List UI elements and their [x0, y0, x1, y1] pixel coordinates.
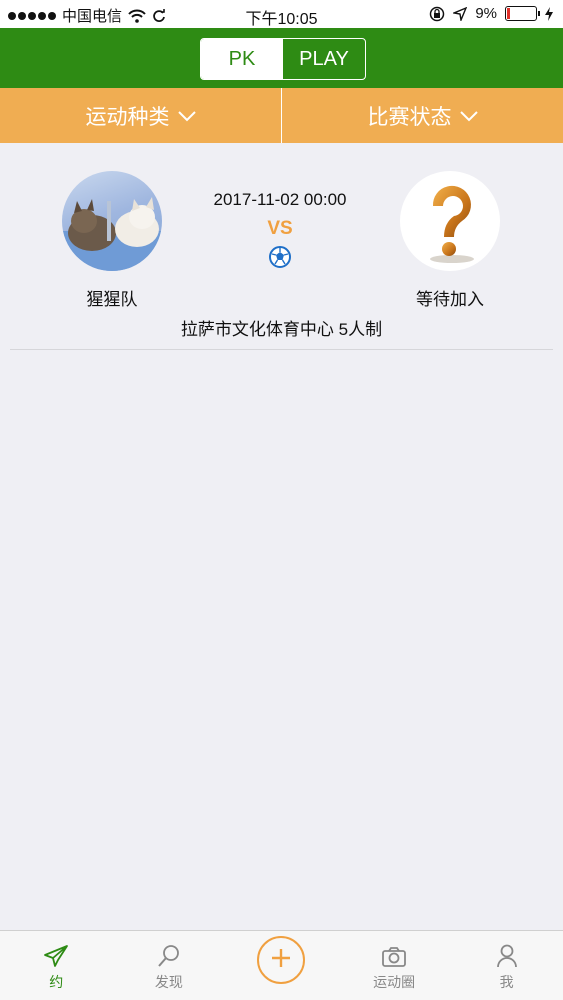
- match-status-label: 比赛状态: [367, 105, 452, 129]
- card-divider: [10, 349, 553, 350]
- chevron-down-icon: [459, 110, 478, 121]
- nav-item-create[interactable]: [225, 931, 338, 1000]
- orientation-lock-icon: [430, 6, 445, 21]
- nav-item-discover[interactable]: 发现: [113, 931, 226, 1000]
- sport-type-label: 运动种类: [85, 105, 170, 129]
- match-datetime: 2017-11-02 00:00: [213, 190, 347, 209]
- mode-switch: PK PLAY: [200, 38, 366, 80]
- away-team-avatar[interactable]: [400, 171, 500, 271]
- nav-label: 发现: [154, 974, 183, 990]
- magnifier-icon: [158, 945, 179, 967]
- cats-photo: [62, 197, 162, 271]
- tab-play[interactable]: PLAY: [283, 39, 365, 79]
- tab-pk[interactable]: PK: [201, 39, 283, 79]
- chevron-down-icon: [177, 110, 196, 121]
- vs-label: VS: [267, 218, 293, 239]
- bottom-nav: 约 发现 运动圈 我: [0, 930, 563, 1000]
- nav-label: 约: [49, 974, 64, 990]
- nav-item-circle[interactable]: 运动圈: [338, 931, 451, 1000]
- home-team-name: 猩猩队: [86, 290, 138, 309]
- sport-type-filter[interactable]: 运动种类: [0, 88, 281, 143]
- plus-icon: [257, 936, 306, 984]
- status-bar: 中国电信 下午10:05 9%: [0, 0, 563, 28]
- home-team-avatar[interactable]: [62, 171, 162, 271]
- away-team-name: 等待加入: [416, 290, 484, 309]
- person-icon: [496, 944, 517, 968]
- match-card[interactable]: 2017-11-02 00:00 VS 猩猩队 等待加入 拉萨市文化体育中心 5…: [0, 143, 563, 349]
- match-venue: 拉萨市文化体育中心 5人制: [180, 320, 383, 339]
- match-status-filter[interactable]: 比赛状态: [281, 88, 563, 143]
- battery-percent: 9%: [475, 5, 497, 22]
- filter-bar: 运动种类 比赛状态: [0, 88, 563, 143]
- nav-label: 我: [499, 974, 514, 990]
- battery-icon: [505, 6, 540, 21]
- camera-icon: [382, 947, 406, 967]
- location-icon: [453, 6, 468, 21]
- nav-item-yue[interactable]: 约: [0, 931, 113, 1000]
- soccer-ball-icon: [269, 246, 291, 268]
- top-bar: PK PLAY: [0, 28, 563, 88]
- question-mark-icon: [430, 185, 474, 263]
- charging-icon: [545, 6, 553, 21]
- paper-plane-icon: [44, 945, 69, 967]
- nav-item-me[interactable]: 我: [450, 931, 563, 1000]
- nav-label: 运动圈: [373, 974, 416, 990]
